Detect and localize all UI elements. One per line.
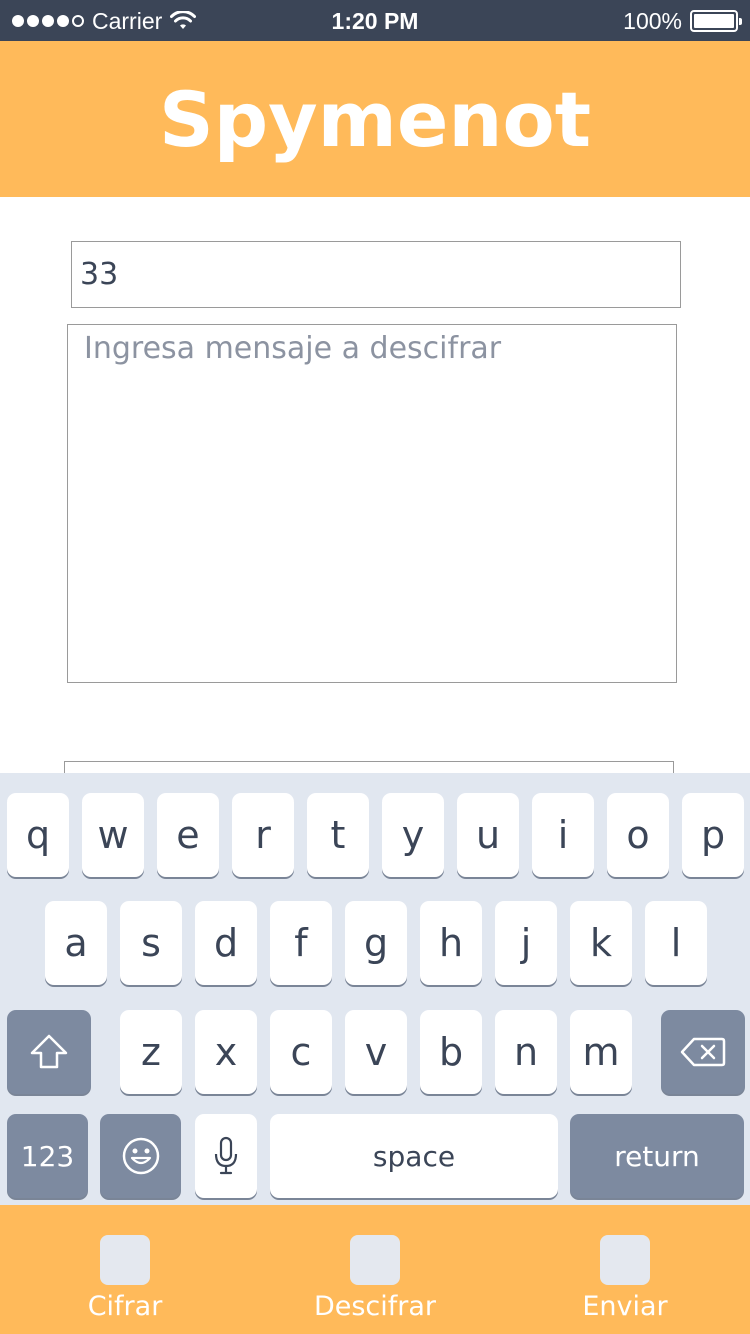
key-z[interactable]: z	[120, 1010, 182, 1094]
tab-descifrar[interactable]: Descifrar	[250, 1205, 500, 1334]
tab-cifrar[interactable]: Cifrar	[0, 1205, 250, 1334]
message-placeholder: Ingresa mensaje a descifrar	[84, 331, 502, 366]
tab-label: Cifrar	[87, 1291, 163, 1322]
key-u[interactable]: u	[457, 793, 519, 877]
tab-label: Descifrar	[313, 1291, 437, 1322]
key-i[interactable]: i	[532, 793, 594, 877]
tab-enviar[interactable]: Enviar	[500, 1205, 750, 1334]
cipher-icon	[100, 1235, 150, 1285]
key-w[interactable]: w	[82, 793, 144, 877]
key-s[interactable]: s	[120, 901, 182, 985]
backspace-key[interactable]	[661, 1010, 745, 1094]
key-t[interactable]: t	[307, 793, 369, 877]
return-key[interactable]: return	[570, 1114, 744, 1198]
key-g[interactable]: g	[345, 901, 407, 985]
send-icon	[600, 1235, 650, 1285]
key-n[interactable]: n	[495, 1010, 557, 1094]
shift-key[interactable]	[7, 1010, 91, 1094]
keyboard: q w e r t y u i o p a s d f g h j k l z …	[0, 773, 750, 1205]
tab-bar: Cifrar Descifrar Enviar	[0, 1205, 750, 1334]
status-right: 100%	[623, 7, 742, 34]
battery-icon	[690, 10, 742, 32]
key-p[interactable]: p	[682, 793, 744, 877]
key-c[interactable]: c	[270, 1010, 332, 1094]
key-r[interactable]: r	[232, 793, 294, 877]
microphone-key[interactable]	[195, 1114, 257, 1198]
key-x[interactable]: x	[195, 1010, 257, 1094]
app-header: Spymenot	[0, 41, 750, 197]
key-k[interactable]: k	[570, 901, 632, 985]
key-q[interactable]: q	[7, 793, 69, 877]
key-f[interactable]: f	[270, 901, 332, 985]
key-a[interactable]: a	[45, 901, 107, 985]
battery-percent: 100%	[623, 7, 682, 34]
numbers-key[interactable]: 123	[7, 1114, 88, 1198]
decipher-icon	[350, 1235, 400, 1285]
key-j[interactable]: j	[495, 901, 557, 985]
key-y[interactable]: y	[382, 793, 444, 877]
key-h[interactable]: h	[420, 901, 482, 985]
microphone-icon	[214, 1136, 238, 1175]
key-o[interactable]: o	[607, 793, 669, 877]
tab-label: Enviar	[582, 1291, 668, 1322]
status-bar: Carrier 1:20 PM 100%	[0, 0, 750, 41]
key-e[interactable]: e	[157, 793, 219, 877]
emoji-icon	[122, 1137, 159, 1175]
key-l[interactable]: l	[645, 901, 707, 985]
backspace-icon	[680, 1037, 726, 1067]
key-b[interactable]: b	[420, 1010, 482, 1094]
key-v[interactable]: v	[345, 1010, 407, 1094]
key-m[interactable]: m	[570, 1010, 632, 1094]
shift-arrow-icon	[30, 1034, 68, 1069]
emoji-key[interactable]	[100, 1114, 181, 1198]
app-title: Spymenot	[158, 74, 592, 164]
key-d[interactable]: d	[195, 901, 257, 985]
space-key[interactable]: space	[270, 1114, 558, 1198]
message-textarea[interactable]: Ingresa mensaje a descifrar	[67, 324, 677, 683]
key-input[interactable]: 33	[71, 241, 681, 308]
